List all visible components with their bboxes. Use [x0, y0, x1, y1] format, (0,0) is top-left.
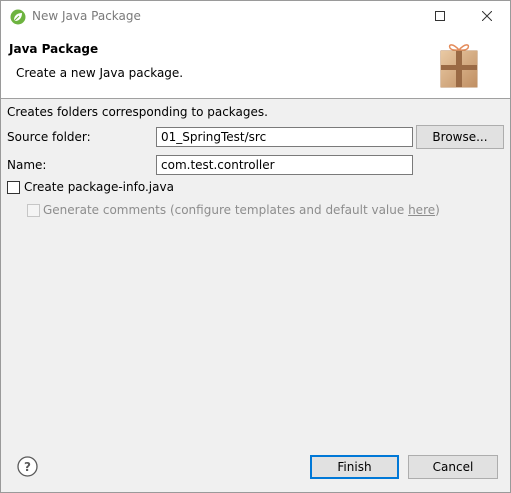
generate-comments-suffix: ) — [435, 203, 440, 217]
page-title: Java Package — [9, 42, 99, 56]
spring-leaf-icon — [10, 9, 26, 25]
create-package-info-checkbox[interactable] — [7, 181, 20, 194]
maximize-icon — [435, 10, 445, 24]
new-java-package-dialog: New Java Package Java Package Create a n… — [0, 0, 511, 493]
svg-text:?: ? — [24, 460, 31, 474]
create-package-info-label[interactable]: Create package-info.java — [24, 180, 174, 194]
close-icon — [481, 10, 493, 24]
description-text: Creates folders corresponding to package… — [7, 105, 268, 119]
generate-comments-label: Generate comments (configure templates a… — [43, 203, 440, 217]
cancel-button[interactable]: Cancel — [408, 455, 498, 479]
name-input[interactable]: com.test.controller — [156, 155, 413, 175]
source-folder-label: Source folder: — [7, 130, 91, 144]
package-gift-box-icon — [439, 41, 479, 89]
generate-comments-checkbox — [27, 204, 40, 217]
header-banner: Java Package Create a new Java package. — [1, 32, 510, 99]
generate-comments-text: Generate comments (configure templates a… — [43, 203, 409, 217]
maximize-button[interactable] — [417, 1, 463, 32]
window-title: New Java Package — [32, 9, 141, 23]
page-message: Create a new Java package. — [16, 66, 184, 80]
configure-templates-link[interactable]: here — [408, 203, 435, 217]
name-label: Name: — [7, 158, 47, 172]
source-folder-input[interactable]: 01_SpringTest/src — [156, 127, 413, 147]
finish-button[interactable]: Finish — [310, 455, 399, 479]
title-bar[interactable]: New Java Package — [1, 1, 510, 32]
browse-button[interactable]: Browse... — [416, 125, 504, 149]
help-icon[interactable]: ? — [17, 456, 38, 477]
close-button[interactable] — [464, 1, 510, 32]
